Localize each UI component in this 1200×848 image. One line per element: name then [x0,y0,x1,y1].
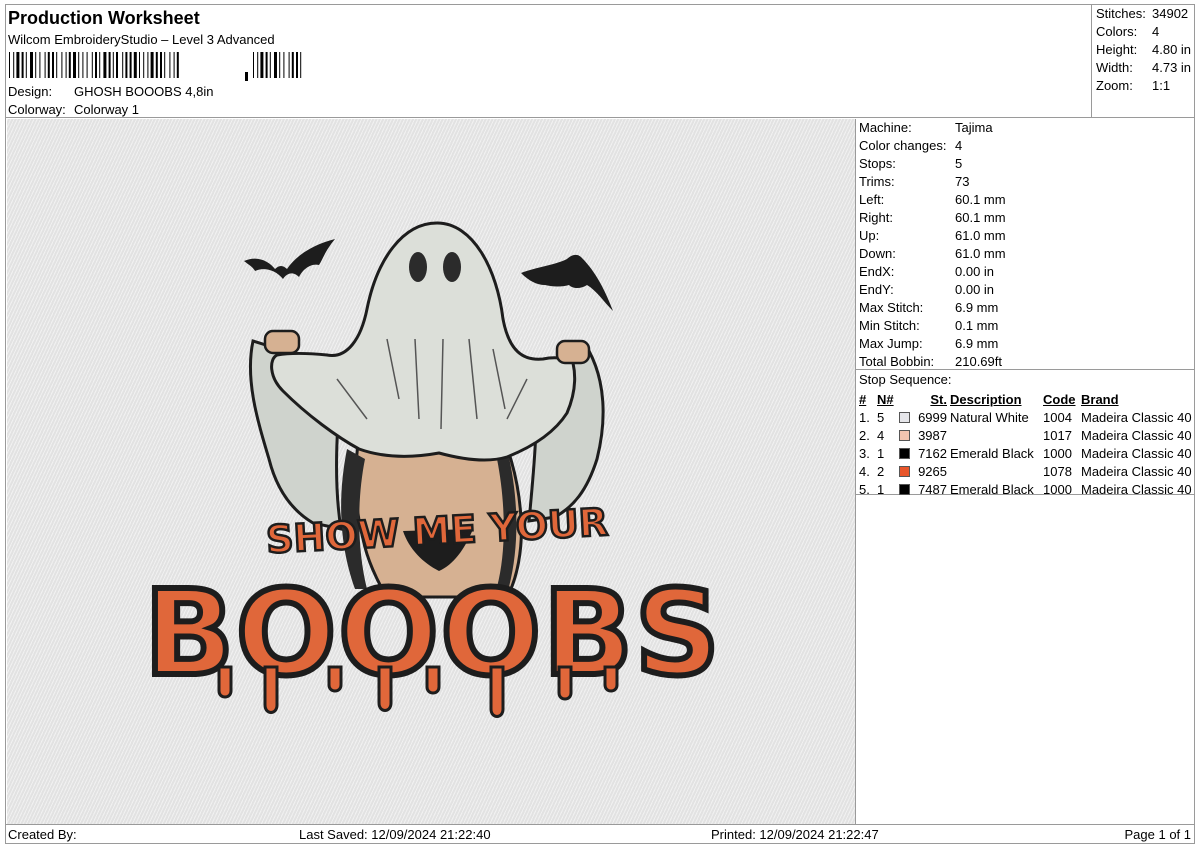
thread-code: 1004 [1043,409,1072,425]
col-header: Brand [1081,391,1119,407]
design-label: Design: [8,84,53,99]
col-header: # [859,391,867,407]
machine-row: Left: 60.1 mm [859,192,1006,207]
colorway-row: Colorway: Colorway 1 [8,102,139,117]
machine-row: Right: 60.1 mm [859,210,1006,225]
design-row: Design: GHOSH BOOOBS 4,8in [8,84,213,99]
summary-row: Colors: 4 [1096,24,1160,39]
thread-description [950,462,1043,480]
worksheet-header: Production Worksheet Wilcom EmbroiderySt… [6,5,1090,117]
row-number: 3. [859,445,870,461]
summary-row: Zoom: 1:1 [1096,78,1171,93]
row-number: 4. [859,463,870,479]
worksheet-footer: Created By: Last Saved: 12/09/2024 21:22… [5,824,1195,844]
thread-code: 1078 [1043,463,1072,479]
machine-info: Machine: Tajima Color changes: 4 Stops: 5 T… [857,119,1195,369]
color-swatch [899,465,910,477]
needle-number: 5 [877,409,885,425]
bat-left-icon [244,239,335,279]
stop-sequence: Stop Sequence: # N# St. Description Code… [856,369,1195,498]
machine-row: Color changes: 4 [859,138,963,153]
thread-description [950,426,1043,444]
machine-row: Min Stitch: 0.1 mm [859,318,999,333]
col-header: N# [877,391,894,407]
summary-row: Height: 4.80 in [1096,42,1192,57]
thread-brand: Madeira Classic 40 [1081,409,1192,425]
stop-sequence-table: # N# St. Description Code Brand 1. 5 6999 N… [859,390,1192,498]
machine-row: Machine: Tajima [859,120,993,135]
thread-brand: Madeira Classic 40 [1081,463,1192,479]
barcode [9,52,302,81]
stitch-count: 9265 [918,463,947,479]
thread-description: Emerald Black [950,445,1034,461]
thread-code: 1000 [1043,481,1072,497]
thread-code: 1000 [1043,445,1072,461]
design-value: GHOSH BOOOBS 4,8in [74,84,214,99]
stitch-count: 6999 [918,409,947,425]
row-number: 1. [859,409,870,425]
color-swatch [899,447,910,459]
color-swatch [899,429,910,441]
thread-description: Natural White [950,409,1029,425]
page-title: Production Worksheet [8,8,200,28]
ghost-eye-left-icon [409,252,427,282]
machine-row: Trims: 73 [859,174,970,189]
software-name: Wilcom EmbroideryStudio – Level 3 Advanc… [8,32,275,47]
table-row: 5. 1 7487 Emerald Black 1000 Madeira Classic … [859,480,1192,498]
ghost-eye-right-icon [443,252,461,282]
colorway-label: Colorway: [8,102,66,117]
thread-brand: Madeira Classic 40 [1081,481,1192,497]
machine-row: Max Stitch: 6.9 mm [859,300,999,315]
thread-code: 1017 [1043,427,1072,443]
last-saved: Last Saved: 12/09/2024 21:22:40 [299,827,491,842]
col-header: Description [950,391,1022,407]
machine-row: Down: 61.0 mm [859,246,1006,261]
stitch-count: 7162 [918,445,947,461]
stop-sequence-caption: Stop Sequence: [859,372,952,387]
needle-number: 1 [877,481,885,497]
created-by: Created By: [8,827,77,842]
thread-brand: Madeira Classic 40 [1081,445,1192,461]
summary-row: Stitches: 34902 [1096,6,1189,21]
col-header: Code [1043,391,1076,407]
needle-number: 4 [877,427,885,443]
machine-row: EndX: 0.00 in [859,264,995,279]
page-number: Page 1 of 1 [1124,827,1192,842]
hand-right [555,339,591,365]
design-preview: SHOW ME YOUR BOOOBS [7,119,856,824]
thread-description: Emerald Black [950,481,1034,497]
table-row: 3. 1 7162 Emerald Black 1000 Madeira Classic … [859,444,1192,462]
machine-row: Stops: 5 [859,156,963,171]
col-header: St. [930,391,947,407]
color-swatch [899,483,910,495]
machine-row: EndY: 0.00 in [859,282,995,297]
summary-row: Width: 4.73 in [1096,60,1192,75]
bat-right-icon [521,254,613,311]
stitch-count: 3987 [918,427,947,443]
table-row: 2. 4 3987 1017 Madeira Classic 40 [859,426,1192,444]
design-summary: Stitches: 34902 Colors: 4 Height: 4.80 in W… [1091,5,1195,117]
printed-date: Printed: 12/09/2024 21:22:47 [711,827,879,842]
row-number: 2. [859,427,870,443]
embroidery-artwork: SHOW ME YOUR BOOOBS [141,221,723,718]
thread-brand: Madeira Classic 40 [1081,427,1192,443]
machine-row: Max Jump: 6.9 mm [859,336,999,351]
colorway-value: Colorway 1 [74,102,140,117]
machine-row: Up: 61.0 mm [859,228,1006,243]
machine-row: Total Bobbin: 210.69ft [859,354,1002,369]
color-swatch [899,411,910,423]
needle-number: 2 [877,463,885,479]
needle-number: 1 [877,445,885,461]
row-number: 5. [859,481,870,497]
header-divider [5,117,1195,118]
table-row: 4. 2 9265 1078 Madeira Classic 40 [859,462,1192,480]
stitch-count: 7487 [918,481,947,497]
hand-left [263,329,301,355]
table-row: 1. 5 6999 Natural White 1004 Madeira Classic … [859,408,1192,426]
